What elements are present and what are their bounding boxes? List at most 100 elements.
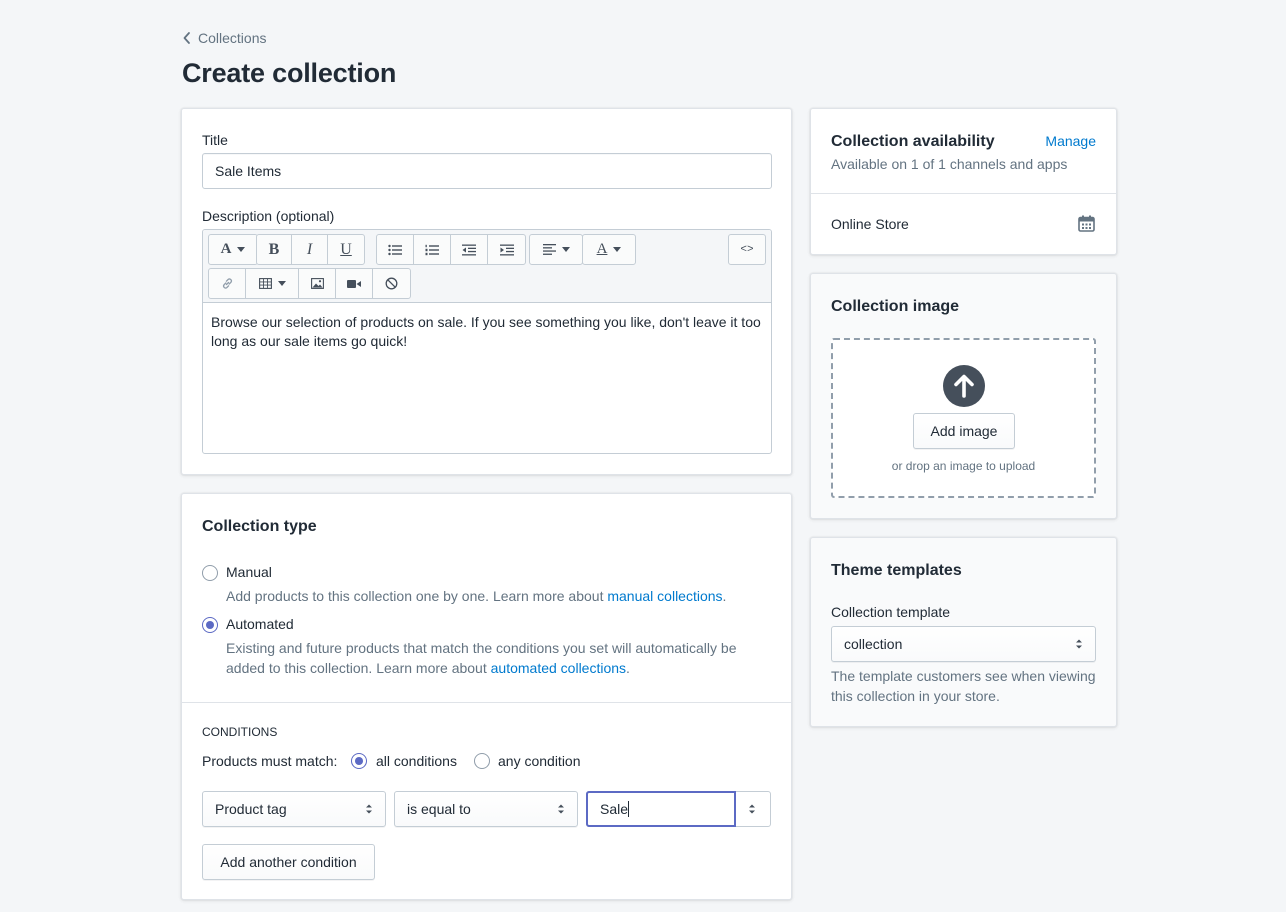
theme-templates-title: Theme templates — [831, 562, 962, 579]
italic-icon: I — [306, 240, 313, 258]
template-label: Collection template — [831, 604, 951, 620]
align-icon — [542, 244, 556, 255]
outdent-button[interactable] — [451, 235, 488, 264]
link-icon — [222, 278, 232, 289]
chevron-down-icon — [277, 281, 286, 286]
video-icon — [347, 279, 361, 288]
video-button[interactable] — [336, 269, 373, 298]
availability-title: Collection availability — [831, 133, 995, 150]
description-text[interactable]: Browse our selection of products on sale… — [203, 303, 771, 453]
condition-operator-select[interactable]: is equal to — [394, 791, 578, 827]
font-button[interactable]: A — [209, 235, 257, 264]
align-button[interactable] — [530, 235, 582, 264]
manual-collections-link[interactable]: manual collections — [607, 588, 722, 604]
clear-format-button[interactable] — [373, 269, 410, 298]
collection-type-card: Collection type Manual Add products to t… — [181, 493, 792, 900]
automated-help-period: . — [626, 660, 630, 676]
breadcrumb[interactable]: Collections — [182, 30, 266, 46]
style-group: B I U — [256, 234, 365, 265]
divider — [811, 193, 1116, 194]
template-select[interactable]: collection — [831, 626, 1096, 662]
template-help-line1: The template customers see when viewing — [831, 668, 1096, 684]
chevron-left-icon — [183, 32, 190, 44]
color-group: A — [582, 234, 636, 265]
add-condition-button[interactable]: Add another condition — [202, 844, 375, 880]
manual-radio[interactable] — [202, 565, 218, 581]
divider — [182, 702, 791, 703]
conditions-heading: CONDITIONS — [202, 725, 278, 739]
text-color-icon: A — [596, 241, 608, 257]
italic-button[interactable]: I — [292, 235, 328, 264]
collection-type-title: Collection type — [202, 518, 317, 535]
any-condition-radio[interactable] — [474, 753, 490, 769]
calendar-icon[interactable] — [1078, 215, 1095, 232]
list-group — [376, 234, 526, 265]
all-conditions-label[interactable]: all conditions — [376, 753, 457, 769]
select-arrows-icon[interactable] — [748, 803, 756, 815]
automated-help-line2: added to this collection. Learn more abo… — [226, 658, 766, 678]
underline-button[interactable]: U — [328, 235, 364, 264]
select-arrows-icon — [558, 804, 564, 814]
code-group: <> — [728, 234, 766, 265]
image-button[interactable] — [299, 269, 336, 298]
manual-help-period: . — [722, 588, 727, 604]
channel-name: Online Store — [831, 216, 909, 232]
table-button[interactable] — [246, 269, 299, 298]
theme-templates-card: Theme templates Collection template coll… — [810, 537, 1117, 727]
availability-card: Collection availability Manage Available… — [810, 108, 1117, 255]
add-image-button[interactable]: Add image — [913, 413, 1015, 449]
code-view-icon: <> — [740, 243, 754, 256]
condition-value-input[interactable]: Sale — [586, 791, 736, 827]
clear-format-icon — [385, 277, 398, 290]
image-icon — [310, 278, 324, 289]
title-input[interactable] — [202, 153, 772, 189]
code-view-button[interactable]: <> — [729, 235, 765, 264]
numbered-list-icon — [425, 244, 439, 255]
title-label: Title — [202, 132, 228, 148]
numbered-list-button[interactable] — [414, 235, 451, 264]
table-icon — [258, 278, 272, 289]
condition-field-value: Product tag — [215, 801, 287, 817]
select-arrows-icon — [366, 804, 372, 814]
collection-image-title: Collection image — [831, 298, 960, 315]
insert-group — [208, 268, 411, 299]
outdent-icon — [462, 244, 476, 255]
bold-icon: B — [268, 240, 280, 258]
bullet-list-button[interactable] — [377, 235, 414, 264]
automated-help-line1: Existing and future products that match … — [226, 640, 737, 656]
template-help: The template customers see when viewing … — [831, 666, 1096, 706]
automated-help: Existing and future products that match … — [226, 638, 766, 678]
drop-hint: or drop an image to upload — [891, 459, 1036, 473]
manage-link[interactable]: Manage — [1045, 133, 1096, 149]
underline-icon: U — [340, 240, 352, 258]
image-dropzone[interactable]: Add image or drop an image to upload — [831, 338, 1096, 498]
bullet-list-icon — [388, 244, 402, 255]
page-title: Create collection — [182, 58, 397, 88]
condition-value-text: Sale — [600, 801, 629, 817]
all-conditions-radio[interactable] — [351, 753, 367, 769]
manual-help: Add products to this collection one by o… — [226, 586, 726, 606]
link-button[interactable] — [209, 269, 246, 298]
details-card: Title Description (optional) A B I U — [181, 108, 792, 475]
font-group: A — [208, 234, 258, 265]
chevron-down-icon — [613, 247, 622, 252]
automated-help-text: added to this collection. Learn more abo… — [226, 660, 491, 676]
automated-radio[interactable] — [202, 617, 218, 633]
collection-image-card: Collection image Add image or drop an im… — [810, 273, 1117, 519]
template-select-value: collection — [844, 636, 903, 652]
text-color-button[interactable]: A — [583, 235, 635, 264]
indent-button[interactable] — [488, 235, 525, 264]
text-cursor — [628, 801, 630, 817]
automated-collections-link[interactable]: automated collections — [491, 660, 626, 676]
any-condition-label[interactable]: any condition — [498, 753, 581, 769]
font-icon: A — [220, 241, 232, 257]
automated-label[interactable]: Automated — [226, 616, 294, 632]
select-arrows-icon — [1076, 639, 1082, 649]
align-group — [529, 234, 583, 265]
bold-button[interactable]: B — [257, 235, 292, 264]
template-help-line2: this collection in your store. — [831, 688, 1000, 704]
manual-label[interactable]: Manual — [226, 564, 272, 580]
condition-field-select[interactable]: Product tag — [202, 791, 386, 827]
manual-help-text: Add products to this collection one by o… — [226, 588, 608, 604]
breadcrumb-label[interactable]: Collections — [198, 30, 266, 46]
